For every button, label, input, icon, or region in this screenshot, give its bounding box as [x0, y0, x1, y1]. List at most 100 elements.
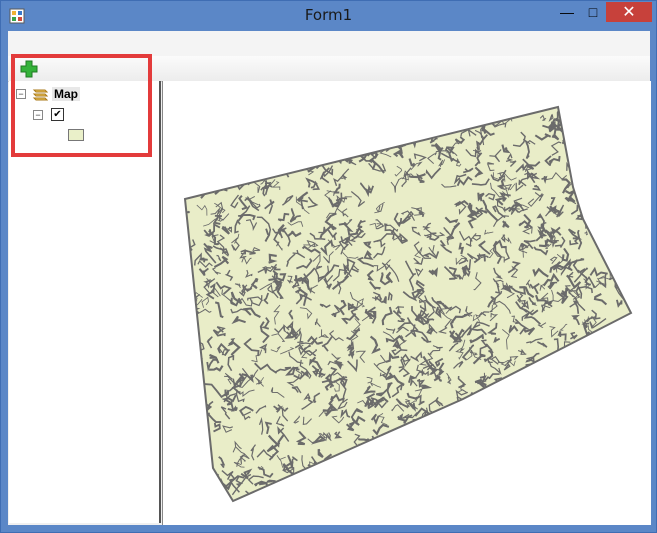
map-feature-line	[560, 456, 572, 467]
map-feature-line	[600, 332, 611, 345]
map-feature-line	[190, 510, 199, 522]
map-feature-line	[317, 479, 322, 491]
map-feature-line	[319, 107, 329, 117]
map-feature-line	[186, 320, 199, 338]
map-feature-line	[282, 115, 294, 129]
map-feature-line	[285, 485, 296, 495]
map-feature-line	[521, 107, 528, 116]
map-feature-line	[608, 490, 618, 500]
minimize-icon: —	[560, 4, 574, 20]
map-feature-line	[509, 378, 523, 390]
map-feature-line	[487, 433, 496, 446]
minimize-button[interactable]: —	[554, 2, 580, 22]
map-feature-line	[297, 498, 307, 501]
map-feature-line	[365, 475, 380, 491]
maximize-button[interactable]: □	[580, 2, 606, 22]
toc-map-row[interactable]: − Map	[16, 87, 80, 101]
toc-layer-row[interactable]: − ✔	[33, 108, 64, 121]
map-feature-line	[525, 508, 528, 514]
map-feature-line	[611, 331, 617, 351]
map-feature-line	[299, 107, 306, 111]
map-feature-line	[352, 483, 361, 498]
map-feature-line	[295, 142, 305, 150]
toolbar	[8, 31, 650, 82]
close-button[interactable]: ✕	[606, 2, 652, 22]
map-feature-line	[588, 381, 599, 390]
map-control[interactable]	[162, 81, 651, 525]
map-feature-line	[628, 242, 631, 251]
map-feature-line	[566, 417, 574, 429]
map-feature-line	[561, 354, 573, 368]
layer-visibility-checkbox[interactable]: ✔	[51, 108, 64, 121]
map-feature-line	[564, 96, 577, 103]
map-feature-line	[478, 497, 489, 501]
map-feature-line	[584, 196, 595, 204]
add-data-button[interactable]	[18, 58, 40, 80]
map-feature-line	[593, 216, 602, 227]
map-feature-line	[185, 279, 193, 289]
map-feature-line	[584, 179, 595, 188]
map-feature-line	[185, 282, 190, 296]
layer-collapse-toggle[interactable]: −	[33, 109, 43, 120]
map-feature-line	[376, 460, 383, 476]
map-feature-line	[255, 109, 267, 119]
map-feature-line	[311, 496, 322, 501]
map-feature-line	[535, 503, 543, 510]
map-feature-line	[481, 414, 493, 422]
map-feature-line	[477, 438, 491, 451]
map-feature-line	[313, 151, 329, 159]
map-feature-line	[595, 190, 614, 201]
map-feature-line	[508, 389, 527, 407]
map-feature-line	[221, 120, 227, 131]
map-feature-line	[455, 408, 464, 419]
map-feature-line	[312, 472, 331, 480]
map-feature-line	[209, 509, 219, 516]
map-feature-line	[452, 485, 467, 500]
title-bar[interactable]: Form1 — □ ✕	[1, 1, 656, 31]
map-feature-line	[562, 450, 572, 461]
toc-map-label[interactable]: Map	[52, 87, 80, 101]
map-feature-line	[313, 475, 334, 485]
map-canvas[interactable]	[163, 81, 651, 525]
map-feature-line	[632, 368, 643, 373]
map-feature-line	[595, 438, 604, 446]
map-feature-line	[547, 426, 552, 445]
map-feature-line	[301, 480, 311, 493]
map-feature-line	[199, 145, 209, 154]
map-feature-line	[351, 115, 359, 126]
map-feature-line	[419, 119, 432, 134]
map-feature-line	[636, 299, 650, 310]
map-feature-line	[544, 447, 561, 462]
map-feature-line	[338, 132, 356, 140]
map-collapse-toggle[interactable]: −	[16, 89, 26, 99]
map-feature-line	[496, 421, 507, 430]
map-feature-line	[506, 471, 520, 479]
map-feature-line	[611, 341, 621, 353]
map-feature-line	[562, 359, 572, 372]
map-feature-line	[358, 505, 366, 512]
map-feature-line	[383, 479, 395, 488]
table-of-contents[interactable]: − Map − ✔	[9, 81, 161, 523]
map-feature-line	[636, 390, 642, 402]
map-feature-line	[185, 424, 197, 433]
map-feature-line	[587, 367, 598, 374]
map-feature-line	[625, 160, 631, 171]
map-feature-line	[185, 460, 195, 472]
map-feature-line	[573, 152, 584, 161]
map-feature-line	[619, 258, 629, 273]
map-feature-line	[517, 369, 524, 379]
map-feature-line	[615, 354, 626, 369]
map-feature-line	[442, 498, 454, 501]
map-feature-line	[430, 481, 438, 488]
map-feature-line	[326, 120, 340, 132]
map-feature-line	[538, 490, 556, 499]
map-feature-line	[550, 368, 562, 376]
map-feature-line	[421, 490, 431, 498]
map-feature-line	[299, 143, 309, 154]
map-feature-line	[420, 461, 437, 471]
map-feature-line	[438, 481, 451, 491]
map-feature-line	[528, 400, 545, 412]
map-feature-line	[595, 394, 611, 408]
map-feature-line	[587, 438, 601, 451]
map-feature-line	[615, 412, 625, 420]
